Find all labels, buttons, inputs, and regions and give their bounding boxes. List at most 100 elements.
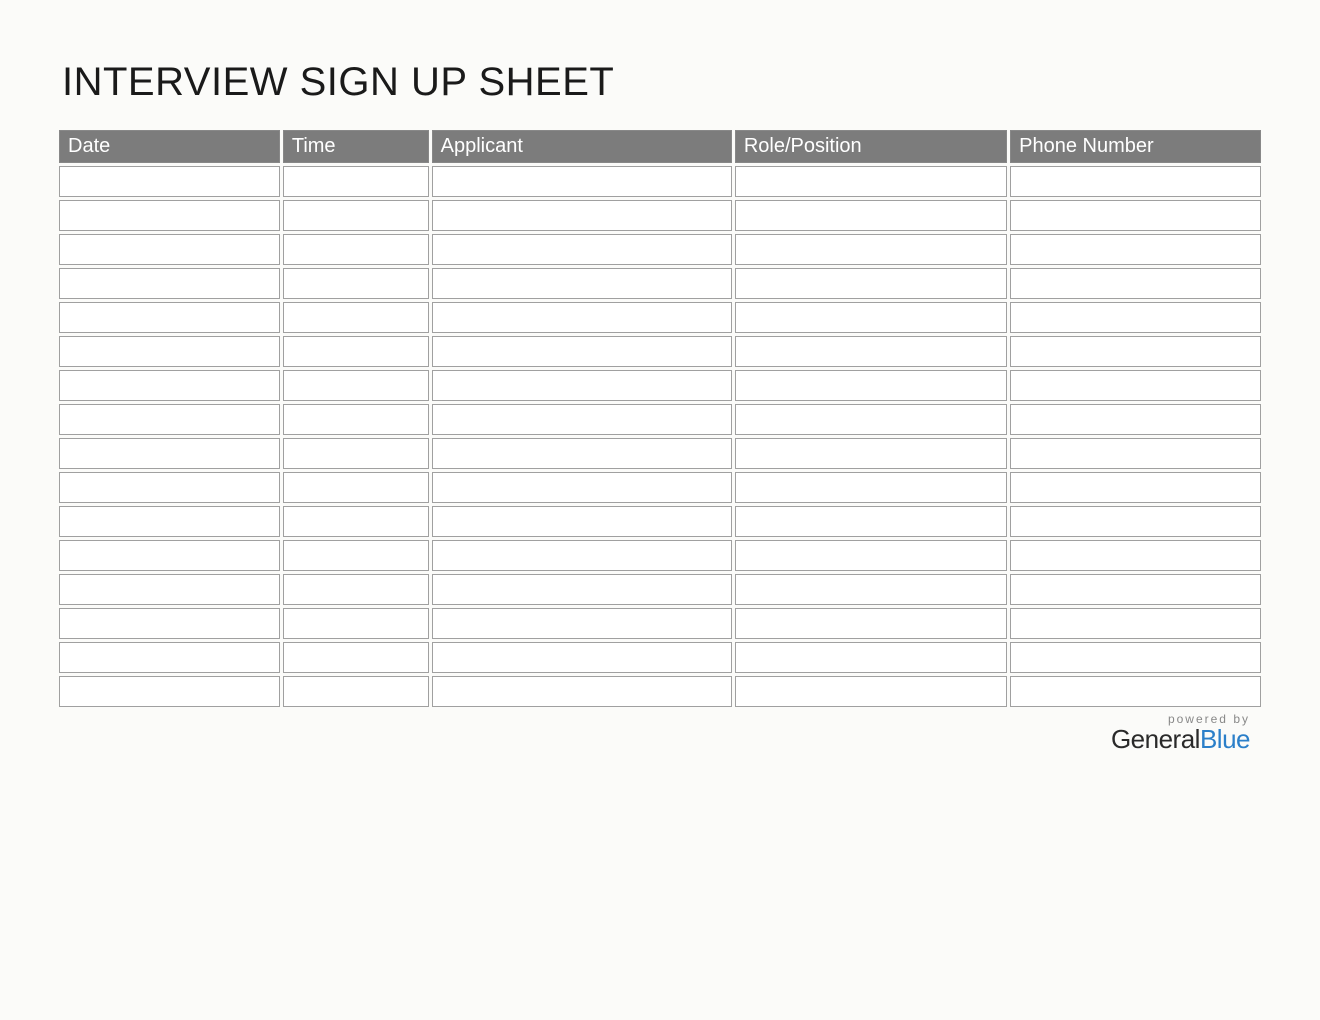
table-cell[interactable] (1010, 642, 1261, 673)
table-cell[interactable] (1010, 268, 1261, 299)
table-cell[interactable] (283, 642, 429, 673)
column-header-role: Role/Position (735, 130, 1007, 163)
table-row (59, 472, 1261, 503)
table-row (59, 438, 1261, 469)
column-header-phone: Phone Number (1010, 130, 1261, 163)
table-cell[interactable] (432, 642, 732, 673)
table-cell[interactable] (59, 370, 280, 401)
column-header-applicant: Applicant (432, 130, 732, 163)
column-header-time: Time (283, 130, 429, 163)
table-cell[interactable] (432, 608, 732, 639)
table-cell[interactable] (432, 166, 732, 197)
table-cell[interactable] (735, 268, 1007, 299)
brand-logo: GeneralBlue (1111, 724, 1250, 755)
table-row (59, 506, 1261, 537)
table-row (59, 166, 1261, 197)
table-row (59, 676, 1261, 707)
table-cell[interactable] (59, 234, 280, 265)
table-cell[interactable] (1010, 676, 1261, 707)
table-cell[interactable] (1010, 404, 1261, 435)
table-cell[interactable] (59, 336, 280, 367)
table-cell[interactable] (735, 200, 1007, 231)
table-cell[interactable] (283, 336, 429, 367)
table-cell[interactable] (59, 438, 280, 469)
table-cell[interactable] (432, 540, 732, 571)
table-cell[interactable] (1010, 438, 1261, 469)
table-cell[interactable] (432, 302, 732, 333)
table-cell[interactable] (283, 404, 429, 435)
table-row (59, 234, 1261, 265)
table-cell[interactable] (283, 234, 429, 265)
table-cell[interactable] (59, 200, 280, 231)
table-cell[interactable] (432, 370, 732, 401)
table-cell[interactable] (432, 200, 732, 231)
table-cell[interactable] (735, 302, 1007, 333)
table-cell[interactable] (59, 166, 280, 197)
table-cell[interactable] (735, 234, 1007, 265)
table-cell[interactable] (432, 404, 732, 435)
table-cell[interactable] (1010, 574, 1261, 605)
table-cell[interactable] (59, 472, 280, 503)
table-cell[interactable] (432, 574, 732, 605)
table-cell[interactable] (59, 642, 280, 673)
table-cell[interactable] (1010, 200, 1261, 231)
table-cell[interactable] (283, 268, 429, 299)
table-cell[interactable] (735, 506, 1007, 537)
table-cell[interactable] (432, 676, 732, 707)
table-cell[interactable] (59, 506, 280, 537)
table-cell[interactable] (283, 574, 429, 605)
page-title: INTERVIEW SIGN UP SHEET (62, 60, 1264, 105)
signup-table: Date Time Applicant Role/Position Phone … (56, 127, 1264, 710)
table-cell[interactable] (59, 540, 280, 571)
table-cell[interactable] (59, 676, 280, 707)
table-cell[interactable] (283, 608, 429, 639)
table-cell[interactable] (1010, 506, 1261, 537)
table-cell[interactable] (735, 438, 1007, 469)
table-cell[interactable] (735, 574, 1007, 605)
table-cell[interactable] (283, 472, 429, 503)
table-cell[interactable] (283, 370, 429, 401)
table-cell[interactable] (735, 336, 1007, 367)
table-cell[interactable] (735, 676, 1007, 707)
table-cell[interactable] (59, 574, 280, 605)
table-cell[interactable] (59, 608, 280, 639)
table-cell[interactable] (59, 268, 280, 299)
table-cell[interactable] (735, 540, 1007, 571)
table-row (59, 642, 1261, 673)
table-cell[interactable] (735, 166, 1007, 197)
table-row (59, 200, 1261, 231)
brand-general: General (1111, 724, 1200, 754)
table-cell[interactable] (432, 472, 732, 503)
table-cell[interactable] (1010, 472, 1261, 503)
table-cell[interactable] (432, 234, 732, 265)
table-cell[interactable] (283, 166, 429, 197)
table-cell[interactable] (1010, 608, 1261, 639)
table-cell[interactable] (432, 268, 732, 299)
table-cell[interactable] (735, 608, 1007, 639)
table-cell[interactable] (1010, 302, 1261, 333)
table-cell[interactable] (432, 336, 732, 367)
table-cell[interactable] (283, 676, 429, 707)
table-cell[interactable] (283, 506, 429, 537)
table-cell[interactable] (1010, 234, 1261, 265)
table-row (59, 370, 1261, 401)
table-row (59, 404, 1261, 435)
table-cell[interactable] (283, 302, 429, 333)
table-cell[interactable] (59, 404, 280, 435)
table-row (59, 302, 1261, 333)
table-cell[interactable] (432, 506, 732, 537)
table-cell[interactable] (283, 438, 429, 469)
table-cell[interactable] (735, 404, 1007, 435)
table-cell[interactable] (1010, 166, 1261, 197)
table-cell[interactable] (735, 642, 1007, 673)
brand-blue: Blue (1200, 724, 1250, 754)
table-cell[interactable] (735, 472, 1007, 503)
table-cell[interactable] (1010, 336, 1261, 367)
table-cell[interactable] (283, 540, 429, 571)
table-cell[interactable] (1010, 370, 1261, 401)
table-cell[interactable] (59, 302, 280, 333)
table-cell[interactable] (735, 370, 1007, 401)
table-cell[interactable] (1010, 540, 1261, 571)
table-cell[interactable] (432, 438, 732, 469)
table-cell[interactable] (283, 200, 429, 231)
